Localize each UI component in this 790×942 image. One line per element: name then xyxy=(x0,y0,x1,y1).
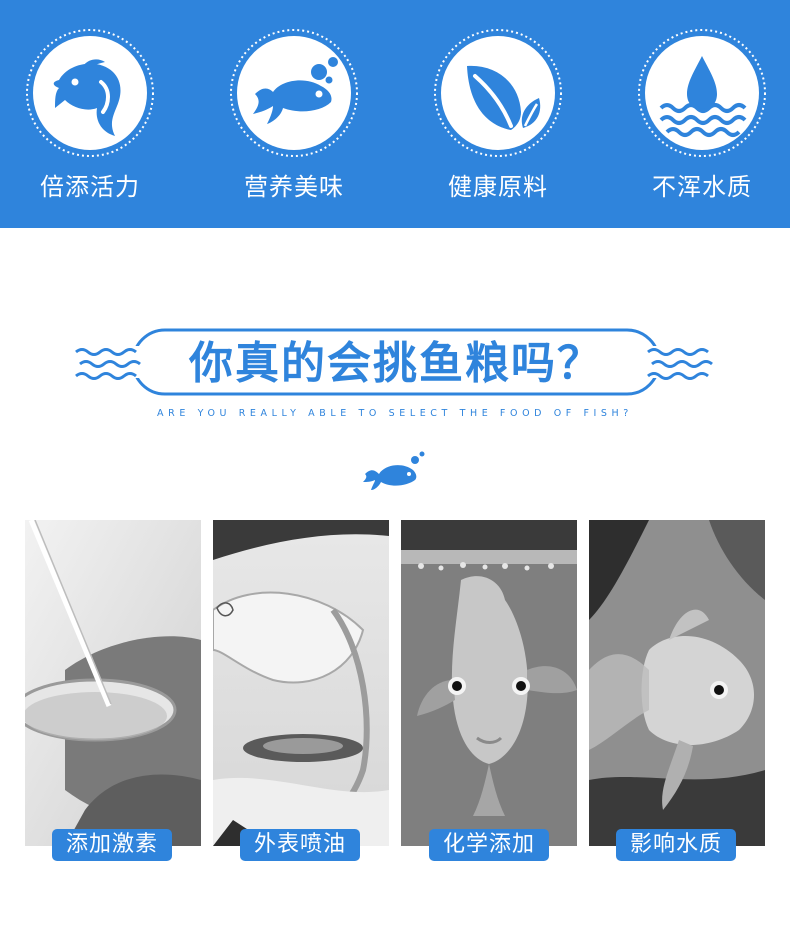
tag-water-quality: 影响水质 xyxy=(616,829,736,861)
feature-healthy-ingredients: 健康原料 xyxy=(430,28,566,202)
fish-icon xyxy=(25,28,155,158)
page-subtitle: ARE YOU REALLY ABLE TO SELECT THE FOOD O… xyxy=(157,408,633,419)
parrot-fish-photo xyxy=(401,520,577,846)
tag-hormones: 添加激素 xyxy=(52,829,172,861)
photo-card-chemicals xyxy=(401,520,577,846)
leaf-icon xyxy=(433,28,563,158)
photo-card-water-quality xyxy=(589,520,765,846)
oil-pouring-photo xyxy=(213,520,389,846)
feature-nutrition: 营养美味 xyxy=(226,28,362,202)
feature-banner: 倍添活力 营养美味 健康原料 不浑水质 xyxy=(0,0,790,228)
feature-label: 倍添活力 xyxy=(40,173,140,201)
fish-bubbles-icon xyxy=(229,28,359,158)
feature-label: 健康原料 xyxy=(448,173,548,201)
goldfish-photo xyxy=(589,520,765,846)
feature-label: 不浑水质 xyxy=(652,173,752,201)
feature-clear-water: 不浑水质 xyxy=(634,28,770,202)
photo-card-hormones xyxy=(25,520,201,846)
lab-pipette-petri-dish-photo xyxy=(25,520,201,846)
water-drop-icon xyxy=(637,28,767,158)
feature-vitality: 倍添活力 xyxy=(22,28,158,202)
photo-card-oil-spray xyxy=(213,520,389,846)
feature-label: 营养美味 xyxy=(244,173,344,201)
tag-chemicals: 化学添加 xyxy=(429,829,549,861)
small-fish-icon xyxy=(363,451,425,490)
page-title: 你真的会挑鱼粮吗？ xyxy=(189,338,603,389)
tag-oil-spray: 外表喷油 xyxy=(240,829,360,861)
